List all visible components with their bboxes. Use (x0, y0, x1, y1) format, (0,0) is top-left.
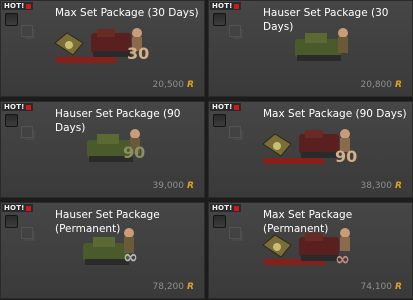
select-checkbox[interactable] (213, 114, 226, 127)
duration-badge: 90 (123, 143, 145, 162)
duration-badge: 30 (127, 44, 149, 63)
hot-badge: HOT! (210, 204, 241, 212)
hot-badge: HOT! (210, 2, 241, 10)
select-checkbox[interactable] (5, 114, 18, 127)
package-art: ∞ (262, 228, 350, 267)
hot-badge: HOT! (2, 103, 33, 111)
package-art: 90 (87, 129, 145, 162)
select-checkbox[interactable] (213, 13, 226, 26)
copy-icon (21, 25, 33, 37)
price-value: 20,800 (360, 80, 393, 90)
price-value: 78,200 (152, 282, 185, 292)
copy-icon (229, 126, 241, 138)
price-value: 38,300 (360, 181, 393, 191)
package-card-hauser-30[interactable]: HOT! Hauser Set Package (30 Days) 20,800… (208, 0, 413, 97)
package-title: Max Set Package (90 Days) (263, 108, 407, 120)
package-art: 30 (54, 28, 149, 63)
package-title: Max Set Package (30 Days) (55, 7, 199, 19)
hot-badge: HOT! (2, 204, 33, 212)
price-display: 78,200 R (153, 282, 197, 292)
price-value: 20,500 (152, 80, 185, 90)
select-checkbox[interactable] (5, 215, 18, 228)
package-art: ∞ (83, 228, 138, 267)
rz-coin-icon: R (395, 180, 402, 191)
copy-icon (229, 25, 241, 37)
package-grid: HOT! Max Set Package (30 Days) 30 20,500… (0, 0, 413, 300)
package-card-hauser-permanent[interactable]: HOT! Hauser Set Package (Permanent) ∞ 78… (0, 202, 205, 299)
package-art (295, 28, 348, 61)
price-value: 39,000 (152, 181, 185, 191)
price-display: 20,500 R (153, 80, 197, 90)
package-card-max-permanent[interactable]: HOT! Max Set Package (Permanent) ∞ 74,10… (208, 202, 413, 299)
package-art: 90 (262, 129, 357, 166)
rz-coin-icon: R (187, 281, 194, 292)
copy-icon (229, 227, 241, 239)
price-value: 74,100 (360, 282, 393, 292)
duration-badge: ∞ (123, 247, 138, 267)
select-checkbox[interactable] (213, 215, 226, 228)
price-display: 39,000 R (153, 181, 197, 191)
package-card-max-90[interactable]: HOT! Max Set Package (90 Days) 90 38,300… (208, 101, 413, 198)
duration-badge: 90 (335, 147, 357, 166)
rz-coin-icon: R (187, 180, 194, 191)
package-card-max-30[interactable]: HOT! Max Set Package (30 Days) 30 20,500… (0, 0, 205, 97)
rz-coin-icon: R (395, 79, 402, 90)
price-display: 74,100 R (361, 282, 405, 292)
duration-badge: ∞ (335, 249, 350, 267)
package-card-hauser-90[interactable]: HOT! Hauser Set Package (90 Days) 90 39,… (0, 101, 205, 198)
copy-icon (21, 126, 33, 138)
select-checkbox[interactable] (5, 13, 18, 26)
price-display: 20,800 R (361, 80, 405, 90)
hot-badge: HOT! (2, 2, 33, 10)
rz-coin-icon: R (395, 281, 402, 292)
copy-icon (21, 227, 33, 239)
hot-badge: HOT! (210, 103, 241, 111)
price-display: 38,300 R (361, 181, 405, 191)
rz-coin-icon: R (187, 79, 194, 90)
